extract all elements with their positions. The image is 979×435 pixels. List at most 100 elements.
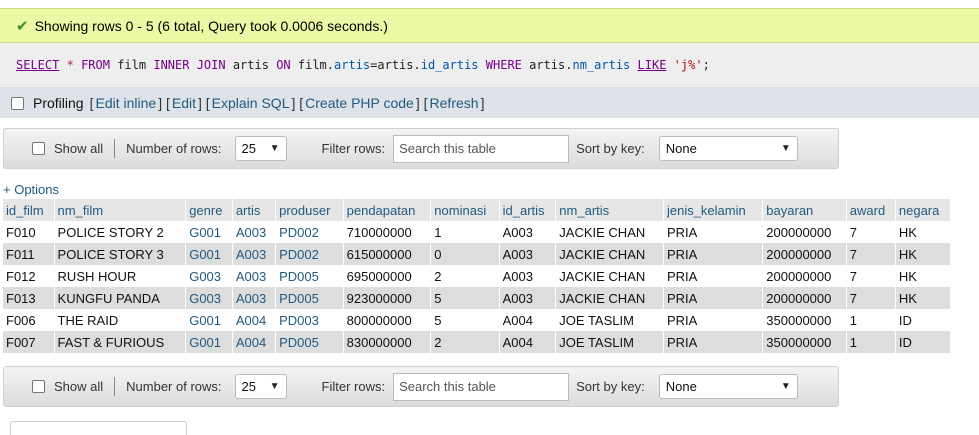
- edit-inline-link[interactable]: Edit inline: [95, 95, 156, 111]
- table-cell-id_artis: A003: [499, 243, 557, 265]
- filter-label: Filter rows:: [321, 141, 386, 156]
- table-cell-jenis_kelamin: PRIA: [663, 309, 764, 331]
- profiling-checkbox[interactable]: [11, 96, 24, 110]
- sql-token[interactable]: LIKE: [638, 58, 667, 72]
- column-header[interactable]: genre: [185, 199, 233, 221]
- sql-token: *: [66, 58, 74, 72]
- table-cell-nm_artis: JACKIE CHAN: [555, 265, 664, 287]
- rows-select[interactable]: 25 ▼: [234, 136, 287, 161]
- table-cell-artis[interactable]: A003: [232, 221, 277, 243]
- rows-select[interactable]: 25 ▼: [234, 374, 287, 399]
- show-all-checkbox[interactable]: [32, 380, 45, 393]
- refresh-link[interactable]: Refresh: [430, 95, 479, 111]
- table-cell-nm_artis: JOE TASLIM: [555, 331, 664, 353]
- sql-token: artis: [334, 58, 371, 72]
- table-cell-jenis_kelamin: PRIA: [663, 287, 764, 309]
- table-cell-nominasi: 5: [430, 309, 500, 331]
- table-row[interactable]: F012 RUSH HOUR G003 A003 PD005 695000000 2 A003…: [3, 265, 952, 287]
- column-header[interactable]: negara: [895, 199, 952, 221]
- column-header[interactable]: bayaran: [762, 199, 847, 221]
- create-php-code-link[interactable]: Create PHP code: [305, 95, 414, 111]
- table-cell-produser[interactable]: PD005: [275, 265, 344, 287]
- column-header[interactable]: award: [846, 199, 896, 221]
- rows-label: Number of rows:: [126, 141, 222, 156]
- sort-select-value: None: [665, 379, 697, 394]
- table-row[interactable]: F006 THE RAID G001 A004 PD003 800000000 5 A004 J…: [3, 309, 952, 331]
- table-cell-produser[interactable]: PD005: [275, 331, 344, 353]
- column-header[interactable]: artis: [232, 199, 277, 221]
- sql-token: artis: [529, 58, 566, 72]
- sql-token[interactable]: SELECT: [16, 58, 59, 72]
- table-cell-pendapatan: 830000000: [343, 331, 432, 353]
- table-cell-artis[interactable]: A004: [232, 309, 277, 331]
- table-cell-negara: HK: [895, 265, 952, 287]
- bracket: ] [: [158, 95, 170, 111]
- table-row[interactable]: F013 KUNGFU PANDA G003 A003 PD005 923000000 5 A…: [3, 287, 952, 309]
- table-cell-genre[interactable]: G001: [185, 309, 233, 331]
- show-all-label[interactable]: Show all: [54, 141, 103, 156]
- table-cell-genre[interactable]: G003: [185, 287, 233, 309]
- column-header[interactable]: pendapatan: [343, 199, 432, 221]
- column-header[interactable]: id_film: [3, 199, 55, 221]
- sort-select[interactable]: None ▼: [658, 136, 798, 161]
- table-cell-produser[interactable]: PD005: [275, 287, 344, 309]
- sql-token: film: [297, 58, 327, 72]
- table-cell-artis[interactable]: A004: [232, 331, 277, 353]
- table-cell-genre[interactable]: G003: [185, 265, 233, 287]
- table-cell-genre[interactable]: G001: [185, 243, 233, 265]
- table-cell-jenis_kelamin: PRIA: [663, 243, 764, 265]
- sql-query-box[interactable]: SELECT * FROM film INNER JOIN artis ON f…: [0, 43, 979, 88]
- bracket: [: [89, 95, 94, 111]
- table-cell-nm_film: POLICE STORY 3: [54, 243, 187, 265]
- table-cell-genre[interactable]: G001: [185, 331, 233, 353]
- table-cell-id_film: F006: [3, 309, 55, 331]
- show-all-label[interactable]: Show all: [54, 379, 103, 394]
- table-cell-produser[interactable]: PD002: [275, 221, 344, 243]
- table-row[interactable]: F010 POLICE STORY 2 G001 A003 PD002 710000000…: [3, 221, 952, 243]
- explain-sql-link[interactable]: Explain SQL: [212, 95, 290, 111]
- sql-token: ON: [276, 58, 291, 72]
- table-row[interactable]: F007 FAST & FURIOUS G001 A004 PD005 830000000…: [3, 331, 952, 353]
- sort-select[interactable]: None ▼: [658, 374, 798, 399]
- table-cell-award: 1: [846, 331, 896, 353]
- bracket: ] [: [415, 95, 428, 111]
- column-header[interactable]: nominasi: [430, 199, 500, 221]
- sql-token: 'j%': [673, 58, 703, 72]
- table-cell-id_artis: A003: [499, 287, 557, 309]
- table-cell-nominasi: 2: [430, 265, 500, 287]
- column-header[interactable]: nm_film: [54, 199, 187, 221]
- table-cell-award: 7: [846, 221, 896, 243]
- column-header[interactable]: nm_artis: [555, 199, 664, 221]
- column-header[interactable]: id_artis: [499, 199, 557, 221]
- table-row[interactable]: F011 POLICE STORY 3 G001 A003 PD002 615000000…: [3, 243, 952, 265]
- table-cell-produser[interactable]: PD003: [275, 309, 344, 331]
- table-cell-artis[interactable]: A003: [232, 287, 277, 309]
- bracket: ] [: [291, 95, 304, 111]
- rows-select-value: 25: [241, 379, 256, 394]
- column-header[interactable]: produser: [275, 199, 344, 221]
- divider: [114, 139, 116, 158]
- table-navigation-top: Show all Number of rows: 25 ▼ Filter row…: [3, 128, 839, 169]
- results-table: id_film nm_film genre artis produser pen…: [3, 199, 952, 353]
- success-text: Showing rows 0 - 5 (6 total, Query took …: [34, 17, 388, 34]
- table-cell-artis[interactable]: A003: [232, 243, 277, 265]
- sql-token: FROM: [81, 58, 110, 72]
- table-header-row: id_film nm_film genre artis produser pen…: [3, 199, 952, 221]
- table-cell-nm_artis: JOE TASLIM: [555, 309, 664, 331]
- table-cell-bayaran: 200000000: [762, 287, 847, 309]
- sql-token: artis: [377, 58, 414, 72]
- table-cell-artis[interactable]: A003: [232, 265, 277, 287]
- options-link[interactable]: + Options: [3, 182, 59, 197]
- edit-link[interactable]: Edit: [172, 95, 196, 111]
- column-header[interactable]: jenis_kelamin: [663, 199, 764, 221]
- table-cell-nominasi: 1: [430, 221, 500, 243]
- table-cell-genre[interactable]: G001: [185, 221, 233, 243]
- table-cell-bayaran: 350000000: [762, 309, 847, 331]
- filter-input[interactable]: Search this table: [393, 134, 570, 163]
- table-cell-produser[interactable]: PD002: [275, 243, 344, 265]
- table-cell-jenis_kelamin: PRIA: [663, 331, 764, 353]
- filter-input[interactable]: Search this table: [393, 372, 570, 401]
- table-cell-pendapatan: 695000000: [343, 265, 432, 287]
- show-all-checkbox[interactable]: [32, 142, 45, 155]
- table-cell-nm_film: FAST & FURIOUS: [54, 331, 187, 353]
